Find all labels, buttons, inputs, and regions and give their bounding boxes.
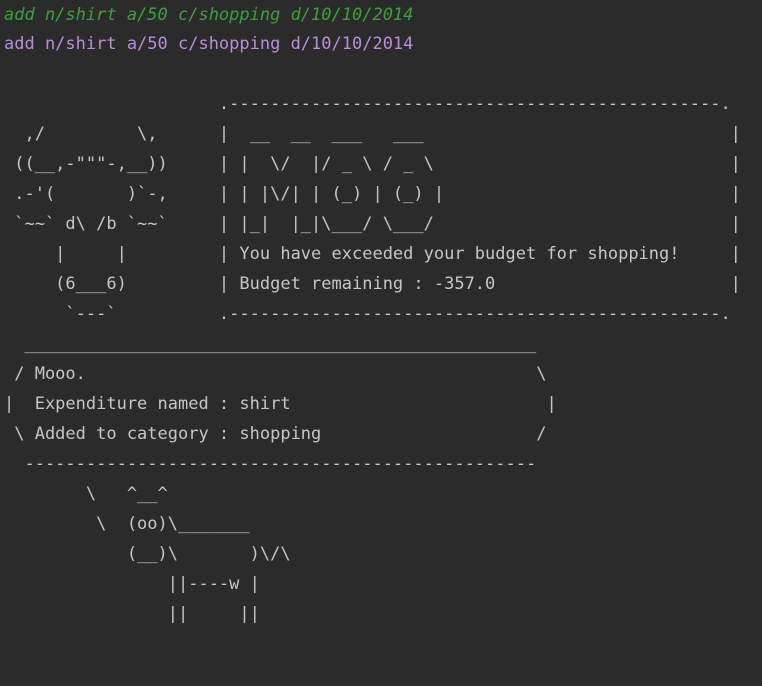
- category-message: \ Added to category : shopping /: [4, 424, 547, 444]
- moo-banner-bottom-border: `---` .---------------------------------…: [4, 304, 731, 324]
- ascii-cow-line: || ||: [4, 604, 260, 624]
- moo-banner-top-border: .---------------------------------------…: [4, 94, 731, 114]
- expenditure-name-message: | Expenditure named : shirt |: [4, 394, 557, 414]
- ascii-cow-line: \ ^__^: [4, 484, 168, 504]
- moo-banner-line: .-'( )`-, | | |\/| | (_) | (_) | |: [4, 184, 741, 204]
- ascii-cow-line: (__)\ )\/\: [4, 544, 291, 564]
- speech-bubble-top: ________________________________________…: [4, 334, 537, 354]
- budget-remaining-message: (6___6) | Budget remaining : -357.0 |: [4, 274, 741, 294]
- echoed-command-line: add n/shirt a/50 c/shopping d/10/10/2014: [4, 5, 414, 25]
- ascii-cow-line: \ (oo)\_______: [4, 514, 250, 534]
- command-line: add n/shirt a/50 c/shopping d/10/10/2014: [4, 34, 414, 54]
- moo-banner-line: ,/ \, | __ __ ___ ___ |: [4, 124, 741, 144]
- speech-bubble-line: / Mooo. \: [4, 364, 547, 384]
- budget-exceeded-message: | | | You have exceeded your budget for …: [4, 244, 741, 264]
- moo-banner-line: `~~` d\ /b `~~` | |_| |_|\___/ \___/ |: [4, 214, 741, 234]
- moo-banner-line: ((__,-"""-,__)) | | \/ |/ _ \ / _ \ |: [4, 154, 741, 174]
- console-output: add n/shirt a/50 c/shopping d/10/10/2014…: [0, 0, 762, 686]
- ascii-cow-line: ||----w |: [4, 574, 260, 594]
- speech-bubble-bottom: ----------------------------------------…: [4, 454, 537, 474]
